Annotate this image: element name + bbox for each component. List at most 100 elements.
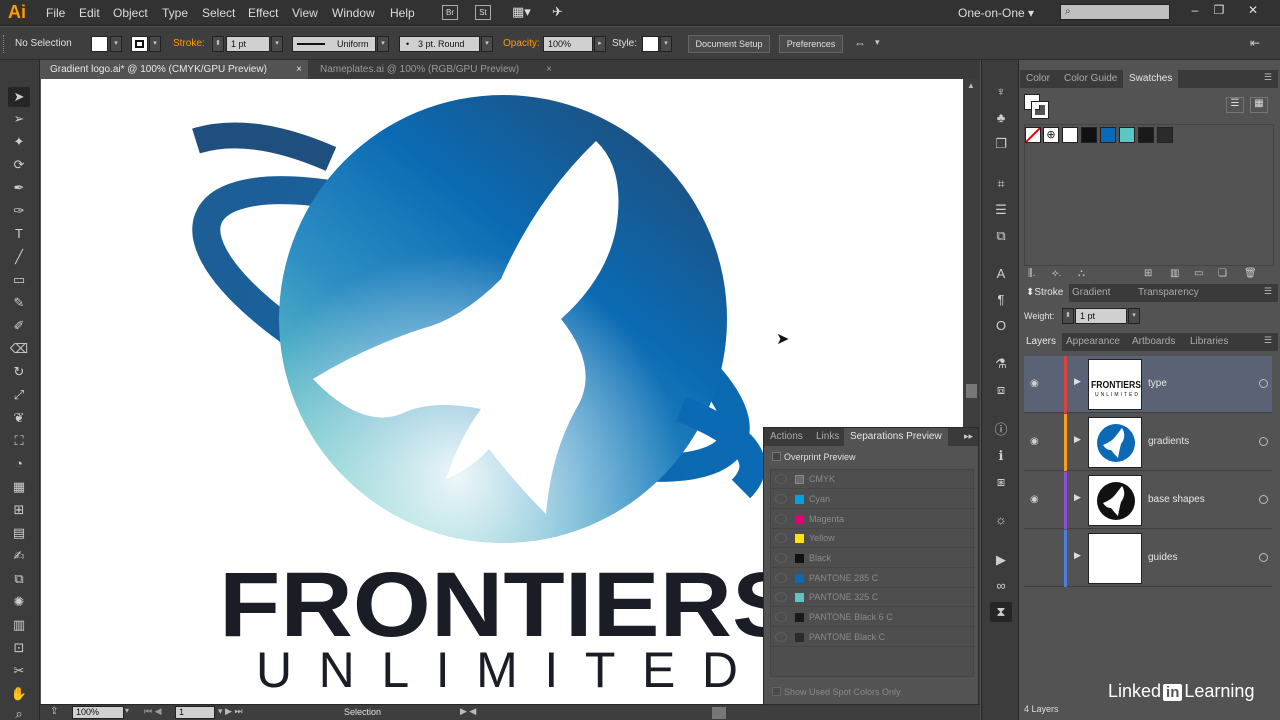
overprint-checkbox[interactable] — [772, 452, 781, 461]
new-color-group-icon[interactable]: ⊞ — [1144, 268, 1152, 279]
panel-menu-icon[interactable]: ☰ — [1264, 286, 1272, 297]
zoom-field[interactable]: 100% — [72, 706, 124, 719]
expand-triangle-icon[interactable]: ▶ — [1074, 376, 1081, 387]
scale-tool-icon[interactable]: ⤢ — [8, 385, 30, 405]
tab-color[interactable]: Color — [1020, 70, 1056, 88]
stroke-preview[interactable] — [1031, 101, 1049, 119]
eye-icon[interactable] — [775, 474, 787, 484]
tab-artboards[interactable]: Artboards — [1126, 333, 1181, 351]
eraser-tool-icon[interactable]: ⌫ — [8, 339, 30, 359]
opentype-icon[interactable]: O — [990, 316, 1012, 336]
control-bar-options-icon[interactable]: ⇤ — [1250, 36, 1260, 50]
selection-tool-icon[interactable]: ➤ — [8, 87, 30, 107]
plate-row[interactable]: Cyan — [771, 490, 975, 509]
tab-actions[interactable]: Actions — [764, 428, 809, 446]
style-dropdown[interactable]: ▾ — [660, 36, 672, 52]
expand-triangle-icon[interactable]: ▶ — [1074, 550, 1081, 561]
target-icon[interactable] — [1259, 495, 1268, 504]
links-icon[interactable]: ∞ — [990, 576, 1012, 596]
expand-triangle-icon[interactable]: ▶ — [1074, 434, 1081, 445]
separations-icon[interactable]: ☼ — [990, 510, 1012, 530]
type-tool-icon[interactable]: T — [8, 224, 30, 244]
menu-window[interactable]: Window — [332, 6, 375, 20]
first-artboard-icon[interactable]: ⏮ ◀ — [144, 706, 162, 717]
actions-icon[interactable]: ▶ — [990, 550, 1012, 570]
tab-appearance[interactable]: Appearance — [1060, 333, 1126, 351]
graph-tool-icon[interactable]: ▥ — [8, 615, 30, 635]
plate-row[interactable]: Yellow — [771, 529, 975, 548]
tab-nameplates[interactable]: Nameplates.ai @ 100% (RGB/GPU Preview) × — [310, 60, 558, 79]
tab-gradient-logo[interactable]: Gradient logo.ai* @ 100% (CMYK/GPU Previ… — [40, 60, 308, 79]
brushes-icon[interactable]: ♆ — [990, 82, 1012, 102]
eye-icon[interactable] — [775, 592, 787, 602]
spot-colors-checkbox[interactable] — [772, 687, 781, 696]
line-tool-icon[interactable]: ╱ — [8, 247, 30, 267]
menu-help[interactable]: Help — [390, 6, 415, 20]
layer-name[interactable]: gradients — [1148, 436, 1189, 447]
opacity-dropdown[interactable]: ▸ — [594, 36, 606, 52]
panel-collapse-icon[interactable]: ▸▸ — [964, 431, 973, 442]
swatch-libraries-icon[interactable]: ⫼. — [1028, 268, 1035, 279]
layer-row-type[interactable]: ◉ ▶ FRONTIERS UNLIMITED type — [1024, 356, 1272, 413]
none-swatch[interactable] — [1025, 127, 1041, 143]
artboard-field[interactable]: 1 — [175, 706, 215, 719]
next-artboard-icon[interactable]: ▾ ▶ ⏭ — [218, 706, 243, 717]
horizontal-scroll-thumb[interactable] — [712, 707, 726, 719]
document-setup-button[interactable]: Document Setup — [688, 35, 770, 53]
search-input[interactable]: ⌕ — [1060, 4, 1170, 20]
layer-name[interactable]: type — [1148, 378, 1167, 389]
eyedropper-tool-icon[interactable]: ✍ — [8, 546, 30, 566]
fill-dropdown[interactable]: ▾ — [110, 36, 122, 52]
eye-icon[interactable] — [775, 514, 787, 524]
opacity-label[interactable]: Opacity: — [503, 38, 540, 49]
hand-tool-icon[interactable]: ✋ — [8, 684, 30, 704]
eye-icon[interactable] — [775, 553, 787, 563]
plate-row[interactable]: Black — [771, 549, 975, 568]
plate-row[interactable]: PANTONE Black 6 C — [771, 608, 975, 627]
lasso-tool-icon[interactable]: ⟳ — [8, 155, 30, 175]
eye-icon[interactable] — [775, 573, 787, 583]
eye-icon[interactable]: ◉ — [1030, 378, 1039, 389]
menu-file[interactable]: File — [46, 6, 65, 20]
eye-icon[interactable]: ◉ — [1030, 436, 1039, 447]
graphic-styles-icon[interactable]: ❐ — [990, 134, 1012, 154]
stroke-weight-field[interactable]: 1 pt — [226, 36, 270, 52]
direct-selection-tool-icon[interactable]: ➢ — [8, 109, 30, 129]
eye-icon[interactable] — [775, 533, 787, 543]
minimize-icon[interactable]: – — [1186, 3, 1204, 19]
plate-row[interactable]: PANTONE Black C — [771, 628, 975, 647]
character-icon[interactable]: A — [990, 264, 1012, 284]
symbol-sprayer-tool-icon[interactable]: ✺ — [8, 592, 30, 612]
gradient-tool-icon[interactable]: ▤ — [8, 523, 30, 543]
new-swatch-icon[interactable]: ❏ — [1218, 268, 1227, 279]
tab-stroke[interactable]: ⬍Stroke — [1020, 284, 1070, 302]
add-to-library-icon[interactable]: ▥ — [1170, 268, 1179, 279]
tab-transparency[interactable]: Transparency — [1132, 284, 1205, 302]
paragraph-icon[interactable]: ¶ — [990, 290, 1012, 310]
rotate-tool-icon[interactable]: ↻ — [8, 362, 30, 382]
status-arrow-icon[interactable]: ▶ ◀ — [460, 706, 476, 717]
plate-row[interactable]: PANTONE 285 C — [771, 569, 975, 588]
panel-menu-icon[interactable]: ☰ — [1264, 72, 1272, 83]
symbols-icon[interactable]: ♣ — [990, 108, 1012, 128]
weight-stepper[interactable]: ⬍ — [1062, 308, 1074, 324]
arrange-documents-icon[interactable]: ▦▾ — [512, 4, 531, 20]
target-icon[interactable] — [1259, 379, 1268, 388]
zoom-tool-icon[interactable]: ⌕ — [8, 704, 30, 720]
eye-icon[interactable] — [775, 612, 787, 622]
layer-row-base-shapes[interactable]: ◉ ▶ base shapes — [1024, 472, 1272, 529]
target-icon[interactable] — [1259, 553, 1268, 562]
swatch-pantone-285[interactable] — [1100, 127, 1116, 143]
menu-object[interactable]: Object — [113, 6, 148, 20]
fill-swatch[interactable] — [91, 36, 108, 52]
eye-icon[interactable] — [775, 632, 787, 642]
swatch-pantone-black-6[interactable] — [1138, 127, 1154, 143]
show-kinds-icon[interactable]: ⟡. — [1052, 268, 1061, 279]
menu-type[interactable]: Type — [162, 6, 188, 20]
layer-name[interactable]: base shapes — [1148, 494, 1205, 505]
pathfinder-icon[interactable]: ⧉ — [990, 226, 1012, 246]
document-info-icon[interactable]: ℹ — [990, 446, 1012, 466]
free-transform-tool-icon[interactable]: ⛶ — [8, 431, 30, 451]
shaper-tool-icon[interactable]: ✐ — [8, 316, 30, 336]
brush-dropdown[interactable]: ▾ — [481, 36, 493, 52]
